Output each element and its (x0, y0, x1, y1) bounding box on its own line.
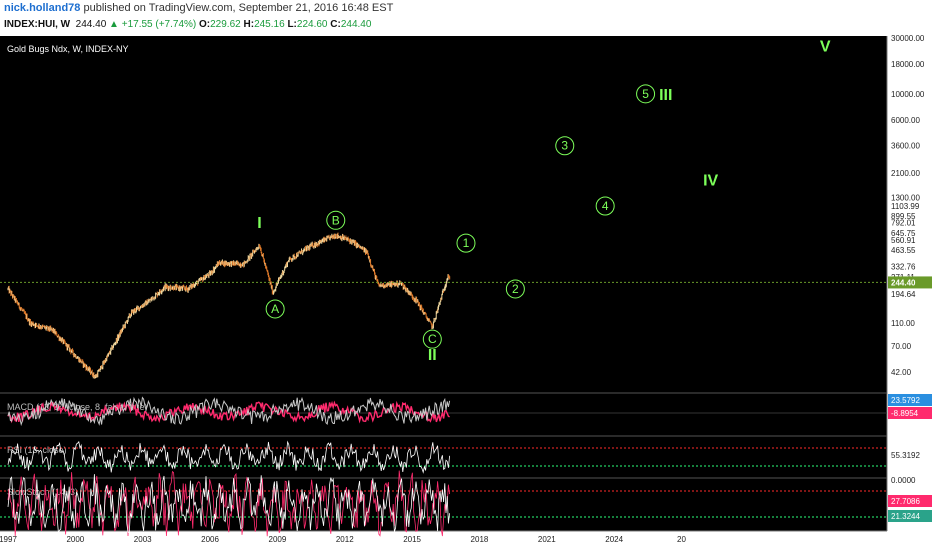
wave-label: C (428, 332, 437, 346)
time-tick-label: 2015 (403, 535, 421, 544)
wave-label: V (820, 38, 831, 55)
price-tick-label: 792.01 (891, 219, 916, 228)
price-tick-label: 42.00 (891, 368, 912, 377)
wave-label: II (428, 347, 437, 364)
time-tick-label: 2009 (269, 535, 287, 544)
price-tick-label: 110.00 (891, 319, 915, 328)
time-tick-label: 2012 (336, 535, 354, 544)
time-tick-label: 2021 (538, 535, 556, 544)
stoch-k-value-label: 27.7086 (891, 497, 920, 506)
price-tick-label: 3600.00 (891, 142, 920, 151)
macd-value-label: 23.5792 (891, 396, 920, 405)
wave-label: IV (703, 173, 718, 190)
price-tick-label: 2100.00 (891, 169, 920, 178)
price-tick-label: 1103.99 (891, 202, 920, 211)
price-tick-label: 70.00 (891, 342, 912, 351)
chart-canvas[interactable]: Gold Bugs Ndx, W, INDEX-NY MACD (13, 34,… (0, 0, 932, 550)
time-tick-label: 2003 (134, 535, 152, 544)
price-tick-label: 560.91 (891, 236, 916, 245)
stoch-zero-label: 0.0000 (891, 476, 916, 485)
price-tick-label: 332.76 (891, 263, 916, 272)
wave-label: 1 (463, 236, 470, 250)
price-tick-label: 30000.00 (891, 34, 925, 43)
wave-label: 3 (561, 139, 568, 153)
time-tick-label: 2024 (605, 535, 623, 544)
rsi-value-label: 55.3192 (891, 451, 920, 460)
wave-label: B (332, 213, 340, 227)
price-tick-label: 10000.00 (891, 90, 925, 99)
time-tick-label: 1997 (0, 535, 17, 544)
time-tick-label: 2018 (471, 535, 489, 544)
stoch-d-value-label: 21.3244 (891, 512, 920, 521)
wave-label: 5 (642, 87, 649, 101)
time-tick-label: 20 (677, 535, 686, 544)
wave-label: I (257, 215, 261, 232)
price-tick-label: 6000.00 (891, 116, 920, 125)
plot-background (0, 36, 887, 531)
price-tick-label: 18000.00 (891, 60, 925, 69)
price-tick-label: 244.40 (891, 278, 916, 287)
main-chart-title: Gold Bugs Ndx, W, INDEX-NY (7, 44, 129, 54)
wave-label: III (659, 87, 672, 104)
macd-signal-value-label: -8.8954 (891, 409, 919, 418)
price-tick-label: 194.64 (891, 290, 916, 299)
time-tick-label: 2000 (66, 535, 84, 544)
wave-label: A (271, 302, 279, 316)
wave-label: 2 (512, 282, 519, 296)
time-tick-label: 2006 (201, 535, 219, 544)
wave-label: 4 (602, 199, 609, 213)
price-tick-label: 463.55 (891, 246, 916, 255)
